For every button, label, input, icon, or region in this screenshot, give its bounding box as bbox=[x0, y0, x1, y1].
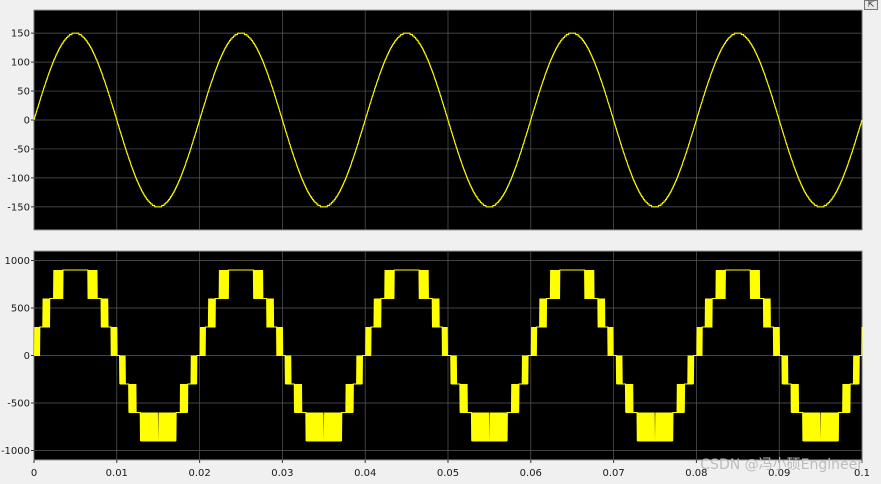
csdn-watermark: CSDN @冯小硕Engineer bbox=[700, 457, 863, 473]
y-tick-label: -500 bbox=[7, 399, 30, 410]
scope-figure: 150100500-50-100-150 10005000-500-10000 0… bbox=[0, 0, 881, 484]
x-tick-label: 0.02 bbox=[188, 468, 210, 479]
x-tick-label: 0.07 bbox=[602, 468, 624, 479]
x-tick-label: 0.03 bbox=[271, 468, 293, 479]
y-tick-label: 500 bbox=[11, 304, 30, 315]
y-tick-label: -150 bbox=[7, 202, 30, 213]
x-tick-label: 0.06 bbox=[520, 468, 542, 479]
y-tick-label: 150 bbox=[11, 29, 30, 40]
x-tick-label: 0.05 bbox=[437, 468, 459, 479]
x-tick-label: 0.04 bbox=[354, 468, 376, 479]
lower-axes[interactable]: 10005000-500-10000 0.01 0.02 0.03 0.04 0.05 0.… bbox=[1, 250, 870, 479]
y-tick-label: 0 bbox=[24, 351, 30, 362]
y-tick-label: 0 bbox=[24, 116, 30, 127]
upper-axes[interactable]: 150 100 50 0 -50 -100 -150 bbox=[7, 9, 863, 231]
y-tick-label: 50 bbox=[17, 87, 30, 98]
restore-axes-icon[interactable]: ⇱ bbox=[864, 0, 878, 10]
y-tick-label: -1000 bbox=[1, 446, 30, 457]
y-tick-label: 100 bbox=[11, 58, 30, 69]
y-tick-label: 1000 bbox=[5, 256, 30, 267]
scope-window: 150 100 50 0 -50 -100 -150 1000 500 0 -500 -1000 0 0… bbox=[0, 0, 881, 484]
x-tick-label: 0 bbox=[31, 468, 37, 479]
x-tick-label: 0.01 bbox=[106, 468, 128, 479]
y-tick-label: -100 bbox=[7, 173, 30, 184]
y-tick-label: -50 bbox=[14, 144, 30, 155]
